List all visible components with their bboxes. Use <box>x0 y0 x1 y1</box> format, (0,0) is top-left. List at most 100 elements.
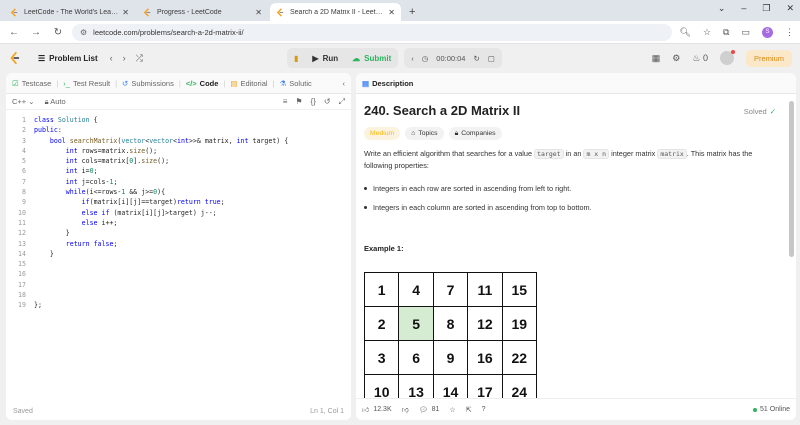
code-line[interactable]: 4 int rows=matrix.size(); <box>6 146 351 156</box>
code-line[interactable]: 5 int cols=matrix[0].size(); <box>6 156 351 166</box>
notifications[interactable]: ♨ 0 <box>692 53 708 64</box>
layout-icon[interactable]: ▦ <box>652 53 661 64</box>
code-line[interactable]: 7 int j=cols-1; <box>6 177 351 187</box>
tab-code[interactable]: </> Code <box>186 79 219 88</box>
matrix-cell: 12 <box>467 306 503 341</box>
problem-list-button[interactable]: ☰ Problem List <box>38 54 98 63</box>
companies-tag[interactable]: 🔒︎ Companies <box>448 127 502 140</box>
chevron-down-icon[interactable]: ⌄ <box>718 3 726 14</box>
online-dot-icon <box>753 407 758 412</box>
reset-icon[interactable]: ↻ <box>473 54 479 63</box>
site-info-icon[interactable]: ⚙ <box>80 28 87 37</box>
braces-icon[interactable]: {} <box>311 97 316 107</box>
code-line[interactable]: 9 if(matrix[i][j]==target)return true; <box>6 197 351 207</box>
browser-tab-3-active[interactable]: Search a 2D Matrix II - LeetCode ✕ <box>270 3 401 21</box>
reload-icon[interactable]: ↻ <box>50 27 66 38</box>
tab-testcase[interactable]: ☑ Testcase <box>12 79 51 88</box>
leetcode-logo-icon[interactable] <box>8 51 22 65</box>
code-text: else if (matrix[i][j]>target) j--; <box>81 208 217 217</box>
tab-title: LeetCode - The World's Leading <box>24 8 119 16</box>
close-tab-icon[interactable]: ✕ <box>122 8 129 17</box>
next-problem-icon[interactable]: › <box>123 53 126 64</box>
format-icon[interactable]: ≡ <box>283 97 288 107</box>
fullscreen-icon[interactable]: ⤢ <box>339 97 345 107</box>
code-line[interactable]: 1 class Solution { <box>6 115 351 125</box>
code-line[interactable]: 17 <box>6 280 351 290</box>
bookmark-icon[interactable]: ⚑ <box>295 97 302 107</box>
like-button[interactable]: 👍︎ 12.3K <box>362 405 392 414</box>
code-line[interactable]: 2 public: <box>6 125 351 135</box>
new-tab-button[interactable]: + <box>403 3 421 21</box>
code-line[interactable]: 12 } <box>6 228 351 238</box>
profile-avatar[interactable]: S <box>762 26 773 38</box>
timer-value: 00:00:04 <box>436 53 466 63</box>
code-line[interactable]: 19}; <box>6 300 351 310</box>
list-item: Integers in each row are sorted in ascen… <box>364 179 776 198</box>
thumbs-down-icon[interactable]: 👎︎ <box>402 405 409 414</box>
user-avatar[interactable] <box>719 50 735 65</box>
timer[interactable]: ‹ ◷ 00:00:04 ↻ ▢ <box>404 48 502 68</box>
debug-button[interactable]: ▮ <box>287 48 306 68</box>
share-icon[interactable]: ⇱ <box>466 406 472 414</box>
tab-separator: | <box>178 78 181 88</box>
difficulty-badge: Medium <box>364 127 401 140</box>
collapse-panel-icon[interactable]: ‹ <box>343 79 346 88</box>
scrollbar[interactable] <box>789 101 794 257</box>
maximize-icon[interactable]: ❐ <box>762 3 770 14</box>
extensions-icon[interactable]: ⧉ <box>723 27 729 38</box>
tab-solutions[interactable]: ⚗ Solutic <box>280 79 312 88</box>
code-line[interactable]: 10 else if (matrix[i][j]>target) j--; <box>6 208 351 218</box>
code-line[interactable]: 16 <box>6 269 351 279</box>
close-window-icon[interactable]: ✕ <box>786 3 794 14</box>
problem-statement: Write an efficient algorithm that search… <box>364 148 776 171</box>
submit-button[interactable]: ☁ Submit <box>345 48 399 68</box>
topics-tag[interactable]: ⌂ Topics <box>405 127 444 140</box>
code-line[interactable]: 6 int i=0; <box>6 166 351 176</box>
menu-kebab-icon[interactable]: ⋮ <box>785 27 794 38</box>
code-line[interactable]: 13 return false; <box>6 239 351 249</box>
code-editor[interactable]: 1 class Solution {2 public: 3 bool searchMa… <box>6 115 351 311</box>
shuffle-icon[interactable]: ⤮ <box>136 53 143 64</box>
tab-submissions[interactable]: ↺ Submissions <box>122 79 174 88</box>
browser-tab-1[interactable]: LeetCode - The World's Leading ✕ <box>4 3 135 21</box>
code-text: return false; <box>65 239 118 248</box>
favorite-star-icon[interactable]: ☆ <box>449 406 455 414</box>
code-line[interactable]: 14 } <box>6 249 351 259</box>
forward-icon[interactable]: → <box>28 27 44 38</box>
browser-tab-2[interactable]: Progress - LeetCode ✕ <box>137 3 268 21</box>
language-select[interactable]: C++ ⌄ <box>12 97 35 106</box>
list-icon: ☰ <box>38 53 46 63</box>
tab-description[interactable]: ▤ Description <box>362 79 413 88</box>
list-item: Integers in each column are sorted in as… <box>364 198 776 217</box>
code-line[interactable]: 8 while(i<=rows-1 && j>=0){ <box>6 187 351 197</box>
code-line[interactable]: 11 else i++; <box>6 218 351 228</box>
run-button[interactable]: ▶ Run <box>305 48 346 68</box>
problem-title[interactable]: 240. Search a 2D Matrix II <box>364 103 776 118</box>
minimize-icon[interactable]: – <box>741 3 746 14</box>
code-line[interactable]: 18 <box>6 290 351 300</box>
tab-test-result[interactable]: ›_ Test Result <box>63 79 110 88</box>
chevron-down-icon: ⌄ <box>28 97 35 106</box>
reset-code-icon[interactable]: ↺ <box>324 97 331 107</box>
url-field[interactable]: ⚙ leetcode.com/problems/search-a-2d-matr… <box>72 23 672 41</box>
timer-collapse-icon[interactable]: ‹ <box>411 54 414 63</box>
settings-gear-icon[interactable]: ⚙ <box>672 53 680 64</box>
close-tab-icon[interactable]: ✕ <box>388 8 395 17</box>
bookmark-star-icon[interactable]: ☆ <box>703 27 711 38</box>
zoom-icon[interactable]: 🔍︎ <box>680 27 691 38</box>
help-icon[interactable]: ? <box>482 406 486 413</box>
prev-problem-icon[interactable]: ‹ <box>110 53 113 64</box>
companies-label: Companies <box>461 130 496 137</box>
sidepanel-icon[interactable]: ▭ <box>741 27 750 38</box>
checkbox-icon: ☑ <box>12 78 19 88</box>
code-line[interactable]: 15 <box>6 259 351 269</box>
editor-status-bar: Saved Ln 1, Col 1 <box>6 402 351 420</box>
tab-editorial[interactable]: ▤ Editorial <box>230 79 267 88</box>
back-icon[interactable]: ← <box>6 27 22 38</box>
notes-icon[interactable]: ▢ <box>488 54 495 63</box>
premium-button[interactable]: Premium <box>745 49 792 67</box>
close-tab-icon[interactable]: ✕ <box>255 8 262 17</box>
code-line[interactable]: 3 bool searchMatrix(vector<vector<int>>&… <box>6 136 351 146</box>
comments-button[interactable]: 💬︎ 81 <box>419 406 440 414</box>
auto-mode-toggle[interactable]: 🔒︎ Auto <box>45 97 66 107</box>
